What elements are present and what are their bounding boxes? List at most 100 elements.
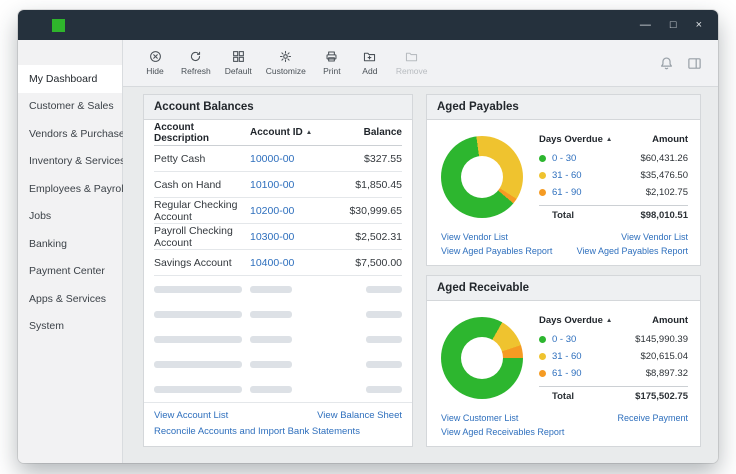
account-description: Cash on Hand — [154, 178, 222, 191]
default-layout-icon — [232, 51, 244, 62]
legend-header-amount[interactable]: Amount — [652, 134, 688, 145]
minimize-button[interactable]: — — [640, 19, 651, 31]
days-overdue-label: Days Overdue — [539, 133, 603, 145]
receive-payment-link[interactable]: Receive Payment — [617, 413, 688, 423]
amount-value: $8,897.32 — [645, 367, 688, 379]
sidebar-item-jobs[interactable]: Jobs — [18, 203, 122, 231]
days-range-link[interactable]: 61 - 90 — [552, 368, 582, 379]
sidebar-item-apps-services[interactable]: Apps & Services — [18, 285, 122, 313]
skeleton-row — [154, 326, 402, 351]
table-header-row: Account Description Account ID ▲ Balance — [154, 120, 402, 146]
sidebar-item-system[interactable]: System — [18, 313, 122, 341]
table-row: Savings Account 10400-00 $7,500.00 — [154, 250, 402, 276]
sidebar-item-vendors-purchases[interactable]: Vendors & Purchases — [18, 120, 130, 148]
legend-header-days-overdue[interactable]: Days Overdue ▲ — [539, 134, 612, 145]
days-range-link[interactable]: 0 - 30 — [552, 153, 576, 164]
view-aged-payables-report-link[interactable]: View Aged Payables Report — [577, 246, 688, 256]
customize-label: Customize — [265, 66, 306, 76]
aged-receivable-panel: Aged Receivable Days Overdue ▲ Amount 0 … — [426, 275, 701, 447]
series-color-dot — [539, 188, 546, 196]
account-id-header-label: Account ID — [250, 127, 303, 138]
skeleton-row — [154, 276, 402, 301]
amount-value: $60,431.26 — [640, 152, 688, 164]
sort-asc-icon: ▲ — [605, 316, 613, 324]
table-row: Regular Checking Account 10200-00 $30,99… — [154, 198, 402, 224]
account-id-link[interactable]: 10000-00 — [250, 153, 294, 165]
legend-header-days-overdue[interactable]: Days Overdue ▲ — [539, 315, 612, 326]
series-color-dot — [539, 369, 546, 377]
view-account-list-link[interactable]: View Account List — [154, 410, 228, 421]
series-color-dot — [539, 171, 546, 179]
account-id-link[interactable]: 10400-00 — [250, 257, 294, 269]
print-button[interactable]: Print — [320, 50, 344, 76]
account-id-link[interactable]: 10300-00 — [250, 231, 294, 243]
account-balance: $1,850.45 — [355, 178, 402, 191]
days-overdue-label: Days Overdue — [539, 314, 603, 326]
default-button[interactable]: Default — [225, 50, 252, 76]
view-aged-payables-report-link[interactable]: View Aged Payables Report — [441, 246, 552, 256]
sidebar-item-customer-sales[interactable]: Customer & Sales — [18, 93, 122, 121]
view-vendor-list-link[interactable]: View Vendor List — [621, 232, 688, 242]
side-panel-icon[interactable] — [687, 56, 702, 71]
hide-label: Hide — [146, 66, 164, 76]
total-label: Total — [552, 390, 574, 402]
sidebar-item-employees-payroll[interactable]: Employees & Payroll — [18, 175, 126, 203]
legend-row: 0 - 30 $60,431.26 — [539, 150, 688, 167]
gear-icon — [280, 50, 292, 63]
column-header-account-id[interactable]: Account ID ▲ — [250, 127, 324, 138]
account-description: Regular Checking Account — [154, 198, 238, 223]
days-range-link[interactable]: 31 - 60 — [552, 351, 582, 362]
account-balances-title: Account Balances — [144, 95, 412, 120]
amount-value: $35,476.50 — [640, 169, 688, 181]
series-color-dot — [539, 335, 546, 343]
remove-button[interactable]: Remove — [396, 50, 428, 76]
sidebar-item-payment-center[interactable]: Payment Center — [18, 258, 122, 286]
hide-button[interactable]: Hide — [143, 50, 167, 76]
account-id-link[interactable]: 10200-00 — [250, 205, 294, 217]
sidebar-item-inventory-services[interactable]: Inventory & Services — [18, 148, 125, 176]
add-label: Add — [362, 66, 378, 76]
aged-payables-links: View Vendor List View Aged Payables Repo… — [427, 230, 700, 265]
add-button[interactable]: Add — [358, 50, 382, 76]
skeleton-row — [154, 301, 402, 326]
aged-payables-donut-chart — [441, 136, 523, 218]
view-aged-receivables-report-link[interactable]: View Aged Receivables Report — [441, 427, 564, 437]
hide-icon — [149, 51, 161, 62]
sidebar-item-banking[interactable]: Banking — [18, 230, 122, 258]
close-button[interactable]: × — [696, 19, 702, 31]
maximize-button[interactable]: □ — [670, 19, 677, 31]
folder-add-icon — [364, 52, 376, 62]
account-balance: $30,999.65 — [349, 204, 402, 217]
aged-receivable-donut-chart — [441, 317, 523, 399]
legend-row: 0 - 30 $145,990.39 — [539, 331, 688, 348]
account-balance: $327.55 — [364, 152, 402, 165]
window-controls: — □ × — [640, 19, 702, 31]
days-range-link[interactable]: 31 - 60 — [552, 170, 582, 181]
refresh-button[interactable]: Refresh — [181, 50, 211, 76]
main-area: Hide Refresh Default Customize Print Add… — [123, 40, 718, 463]
legend-header-amount[interactable]: Amount — [652, 315, 688, 326]
total-amount: $175,502.75 — [635, 390, 688, 402]
days-range-link[interactable]: 0 - 30 — [552, 334, 576, 345]
table-row: Cash on Hand 10100-00 $1,850.45 — [154, 172, 402, 198]
account-description: Payroll Checking Account — [154, 224, 233, 249]
sidebar-item-my-dashboard[interactable]: My Dashboard — [18, 65, 122, 93]
view-balance-sheet-link[interactable]: View Balance Sheet — [317, 410, 402, 421]
sidebar: My Dashboard Customer & Sales Vendors & … — [18, 40, 130, 463]
series-color-dot — [539, 352, 546, 360]
reconcile-accounts-link[interactable]: Reconcile Accounts and Import Bank State… — [154, 426, 360, 437]
column-header-description[interactable]: Account Description — [154, 122, 250, 144]
column-header-balance[interactable]: Balance — [324, 127, 402, 138]
account-balances-panel: Account Balances Account Description Acc… — [143, 94, 413, 447]
account-id-link[interactable]: 10100-00 — [250, 179, 294, 191]
default-label: Default — [224, 66, 252, 76]
view-vendor-list-link[interactable]: View Vendor List — [441, 232, 552, 242]
customize-button[interactable]: Customize — [266, 50, 306, 76]
account-description: Petty Cash — [154, 152, 206, 165]
aged-receivable-links: View Customer List View Aged Receivables… — [427, 411, 700, 446]
view-customer-list-link[interactable]: View Customer List — [441, 413, 564, 423]
folder-remove-icon — [406, 52, 418, 62]
days-range-link[interactable]: 61 - 90 — [552, 187, 582, 198]
bell-icon[interactable] — [659, 56, 674, 71]
amount-value: $20,615.04 — [640, 350, 688, 362]
